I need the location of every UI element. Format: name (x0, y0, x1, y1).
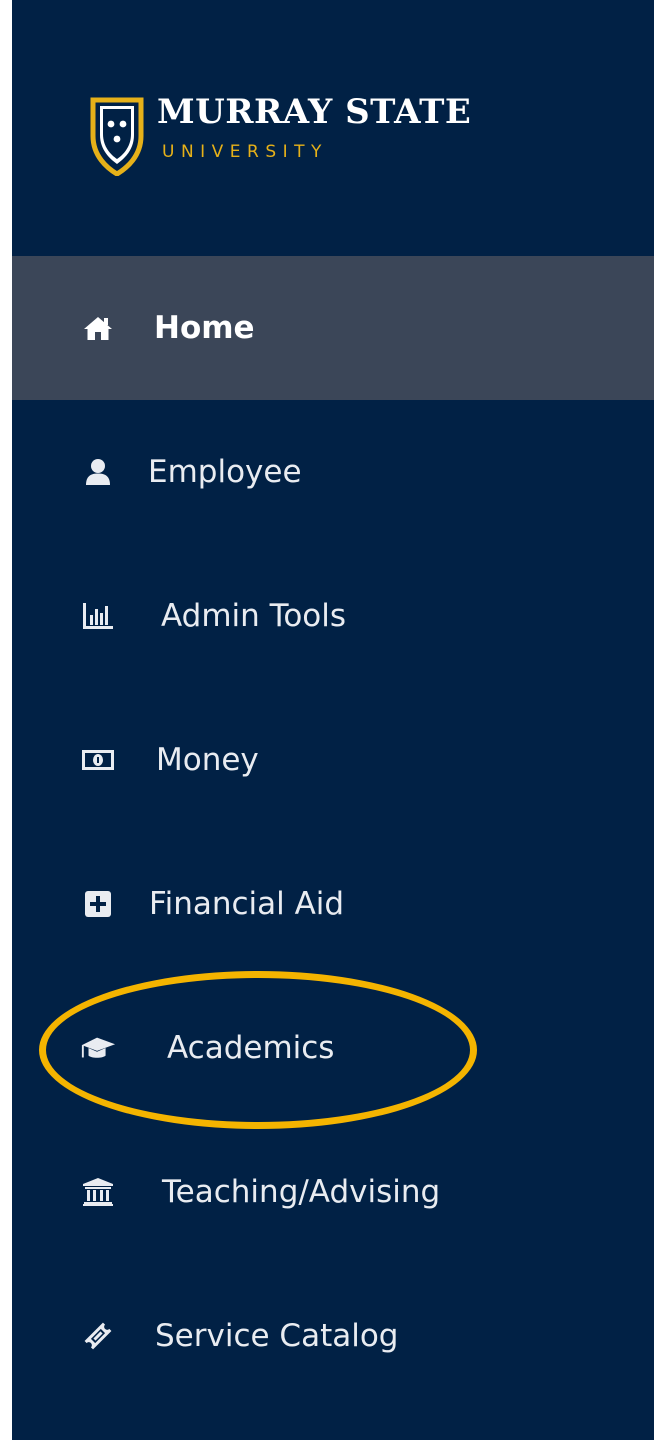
nav-item-label: Employee (148, 454, 302, 490)
user-icon (80, 454, 116, 490)
ticket-icon (80, 1318, 116, 1354)
logo-name-top: MURRAY STATE (157, 92, 472, 132)
nav-item-label: Academics (167, 1030, 335, 1066)
nav-item-financial-aid[interactable]: Financial Aid (12, 832, 654, 976)
nav-item-label: Service Catalog (155, 1318, 399, 1354)
nav-item-label: Financial Aid (149, 886, 345, 922)
bar-chart-icon (80, 598, 116, 634)
money-bill-icon (80, 742, 116, 778)
nav-item-label: Teaching/Advising (162, 1174, 441, 1210)
nav-item-academics[interactable]: Academics (12, 976, 654, 1120)
nav-item-money[interactable]: Money (12, 688, 654, 832)
nav-item-label: Admin Tools (161, 598, 347, 634)
nav-item-label: Money (156, 742, 259, 778)
institution-icon (80, 1174, 116, 1210)
university-shield-icon (90, 97, 144, 176)
sidebar: MURRAY STATE UNIVERSITY Home Employee Ad… (12, 0, 654, 1440)
nav-item-service-catalog[interactable]: Service Catalog (12, 1264, 654, 1408)
home-icon (80, 310, 116, 346)
logo-name-bottom: UNIVERSITY (162, 142, 328, 162)
nav-item-admin-tools[interactable]: Admin Tools (12, 544, 654, 688)
university-logo[interactable]: MURRAY STATE UNIVERSITY (89, 92, 529, 184)
nav-item-label: Home (154, 310, 255, 346)
nav-item-teaching-advising[interactable]: Teaching/Advising (12, 1120, 654, 1264)
plus-square-icon (80, 886, 116, 922)
graduation-cap-icon (80, 1030, 116, 1066)
nav-item-employee[interactable]: Employee (12, 400, 654, 544)
nav-item-home[interactable]: Home (12, 256, 654, 400)
